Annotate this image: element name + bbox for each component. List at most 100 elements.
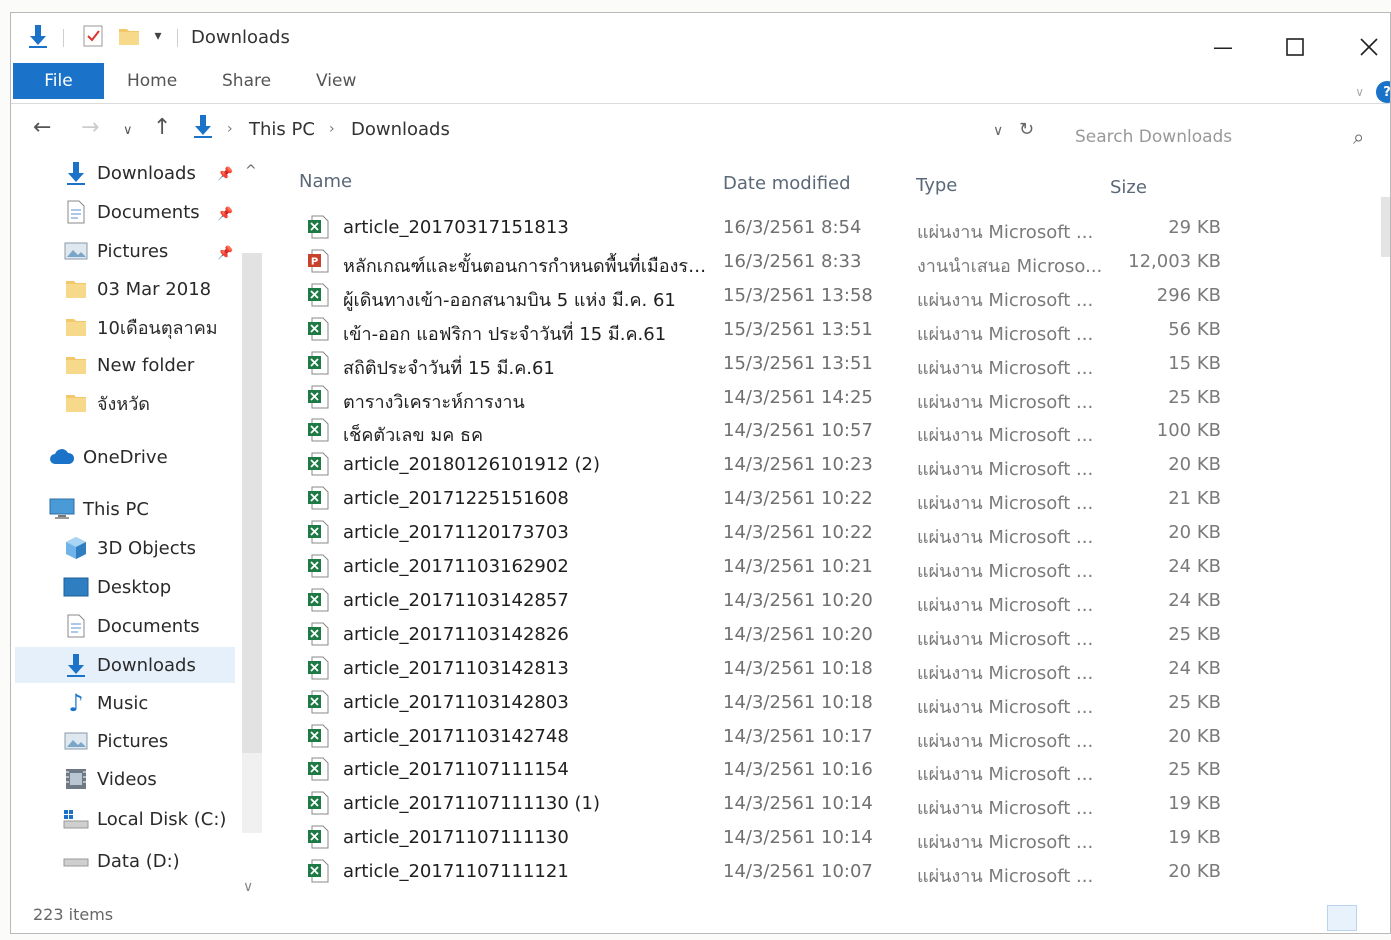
excel-file-icon: [308, 452, 329, 476]
nav-item-videos[interactable]: Videos: [63, 761, 157, 797]
file-type: แผ่นงาน Microsoft ...: [917, 425, 1094, 447]
table-row[interactable]: article_20171103142826 14/3/2561 10:20 แผ่…: [291, 618, 1351, 652]
breadcrumb-separator-icon: ›: [329, 121, 335, 137]
nav-item-documents[interactable]: Documents: [63, 608, 200, 644]
nav-item-folder-october[interactable]: 10เดือนตุลาคม: [63, 309, 218, 345]
address-download-icon: [191, 113, 215, 145]
table-row[interactable]: article_20171103162902 14/3/2561 10:21 แผ่…: [291, 550, 1351, 584]
breadcrumb-this-pc[interactable]: This PC: [249, 119, 315, 140]
excel-file-icon: [308, 351, 329, 375]
address-dropdown-chevron-icon[interactable]: ∨: [993, 123, 1003, 139]
file-type: แผ่นงาน Microsoft ...: [917, 730, 1094, 752]
file-size: 19 KB: [1168, 827, 1221, 849]
nav-item-folder-03mar2018[interactable]: 03 Mar 2018: [63, 271, 211, 307]
nav-item-this-pc[interactable]: This PC: [49, 491, 149, 527]
table-row[interactable]: article_20171103142813 14/3/2561 10:18 แผ่…: [291, 652, 1351, 686]
forward-arrow-icon[interactable]: →: [81, 115, 99, 140]
nav-item-3d-objects[interactable]: 3D Objects: [63, 530, 196, 566]
list-scrollbar-thumb[interactable]: [1381, 197, 1390, 257]
file-type: แผ่นงาน Microsoft ...: [917, 289, 1094, 311]
quick-access-download-icon[interactable]: [23, 21, 53, 51]
nav-item-quick-downloads[interactable]: Downloads: [63, 155, 196, 191]
table-row[interactable]: ผู้เดินทางเข้า-ออกสนามบิน 5 แห่ง มี.ค. 6…: [291, 279, 1351, 313]
file-size: 24 KB: [1168, 556, 1221, 577]
table-row[interactable]: ตารางวิเคราะห์การงาน 14/3/2561 14:25 แผ่นง…: [291, 381, 1351, 415]
excel-file-icon: [308, 724, 329, 747]
up-arrow-icon[interactable]: ↑: [153, 115, 171, 140]
file-type: แผ่นงาน Microsoft ...: [917, 628, 1094, 650]
file-name: ตารางวิเคราะห์การงาน: [343, 391, 525, 413]
nav-scroll-down-chevron-icon[interactable]: ∨: [243, 879, 253, 895]
file-type: แผ่นงาน Microsoft ...: [917, 764, 1094, 786]
customize-toolbar-icon[interactable]: ▾: [147, 21, 169, 51]
expand-ribbon-chevron-icon[interactable]: ∨: [1355, 85, 1364, 99]
table-row[interactable]: article_20171107111130 14/3/2561 10:14 แผ่…: [291, 821, 1351, 855]
close-button[interactable]: [1349, 33, 1389, 61]
column-header-type[interactable]: Type: [916, 175, 957, 196]
table-row[interactable]: article_20171107111154 14/3/2561 10:16 แผ่…: [291, 753, 1351, 787]
maximize-button[interactable]: [1275, 33, 1315, 61]
column-header-size[interactable]: Size: [1110, 177, 1147, 198]
table-row[interactable]: article_20171225151608 14/3/2561 10:22 แผ่…: [291, 482, 1351, 516]
minimize-button[interactable]: —: [1203, 33, 1243, 61]
file-name: article_20171107111130: [343, 827, 569, 849]
nav-item-onedrive[interactable]: OneDrive: [49, 439, 168, 475]
file-type: แผ่นงาน Microsoft ...: [917, 323, 1094, 345]
table-row[interactable]: เช็คตัวเลข มค ธค 14/3/2561 10:57 แผ่นงาน M…: [291, 414, 1351, 448]
nav-item-pictures[interactable]: Pictures: [63, 723, 168, 759]
nav-item-downloads[interactable]: Downloads: [15, 647, 235, 683]
new-folder-icon[interactable]: [115, 21, 143, 51]
nav-item-folder-new-folder[interactable]: New folder: [63, 347, 194, 383]
table-row[interactable]: สถิติประจำวันที่ 15 มี.ค.61 15/3/2561 13:…: [291, 347, 1351, 381]
nav-item-local-disk-c[interactable]: Local Disk (C:): [63, 801, 226, 837]
nav-scrollbar-thumb[interactable]: [242, 253, 262, 753]
table-row[interactable]: article_20171107111121 14/3/2561 10:07 แผ่…: [291, 855, 1351, 889]
nav-item-music[interactable]: ♪ Music: [63, 685, 148, 721]
tab-share[interactable]: Share: [222, 63, 271, 99]
file-name: article_20171225151608: [343, 488, 569, 510]
table-row[interactable]: article_20171120173703 14/3/2561 10:22 แผ่…: [291, 516, 1351, 550]
details-view-button[interactable]: [1327, 905, 1357, 931]
breadcrumb-downloads[interactable]: Downloads: [351, 119, 450, 140]
table-row[interactable]: article_20171103142748 14/3/2561 10:17 แผ่…: [291, 720, 1351, 754]
table-row[interactable]: article_20171107111130 (1) 14/3/2561 10:1…: [291, 787, 1351, 821]
column-header-name[interactable]: Name: [299, 171, 352, 192]
properties-check-icon[interactable]: [79, 21, 107, 51]
explorer-window: ▾ Downloads — File Home Share View ∨ ? ←…: [10, 12, 1391, 934]
nav-item-desktop[interactable]: Desktop: [63, 569, 171, 605]
column-header-date[interactable]: Date modified: [723, 173, 851, 194]
table-row[interactable]: article_20171103142803 14/3/2561 10:18 แผ่…: [291, 686, 1351, 720]
nav-item-folder-province[interactable]: จังหวัด: [63, 385, 150, 421]
file-name: สถิติประจำวันที่ 15 มี.ค.61: [343, 357, 555, 379]
back-arrow-icon[interactable]: ←: [33, 115, 51, 140]
help-icon[interactable]: ?: [1376, 81, 1390, 103]
nav-scrollbar[interactable]: [242, 253, 262, 833]
file-size: 19 KB: [1168, 793, 1221, 815]
table-row[interactable]: article_20171103142857 14/3/2561 10:20 แผ่…: [291, 584, 1351, 618]
collapse-chevron-up-icon[interactable]: ^: [245, 163, 257, 179]
file-name: article_20171107111130 (1): [343, 793, 601, 815]
download-arrow-icon: [63, 161, 89, 185]
file-name: article_20171103142813: [343, 657, 569, 679]
table-row[interactable]: เข้า-ออก แอฟริกา ประจำวันที่ 15 มี.ค.61 1…: [291, 313, 1351, 347]
search-input[interactable]: Search Downloads: [1075, 127, 1232, 147]
tab-file[interactable]: File: [13, 63, 104, 99]
excel-file-icon: [308, 520, 329, 544]
nav-item-quick-documents[interactable]: Documents: [63, 194, 200, 230]
file-type: แผ่นงาน Microsoft ...: [917, 662, 1094, 684]
recent-locations-chevron-icon[interactable]: ∨: [123, 123, 133, 138]
tab-view[interactable]: View: [316, 63, 356, 99]
tab-home[interactable]: Home: [127, 63, 177, 99]
nav-item-data-d[interactable]: Data (D:): [63, 843, 180, 879]
file-date-modified: 15/3/2561 13:51: [723, 352, 873, 374]
refresh-icon[interactable]: ↻: [1019, 119, 1034, 140]
excel-file-icon: [308, 418, 329, 442]
table-row[interactable]: article_20170317151813 16/3/2561 8:54 แผ่น…: [291, 211, 1351, 245]
table-row[interactable]: article_20180126101912 (2) 14/3/2561 10:2…: [291, 448, 1351, 482]
search-icon[interactable]: ⌕: [1353, 125, 1364, 149]
file-date-modified: 14/3/2561 10:18: [723, 691, 873, 713]
table-row[interactable]: P หลักเกณฑ์และขั้นตอนการกำหนดพื้นที่เมือง…: [291, 245, 1351, 279]
file-type: แผ่นงาน Microsoft ...: [917, 222, 1094, 243]
nav-item-quick-pictures[interactable]: Pictures: [63, 233, 168, 269]
music-note-icon: ♪: [68, 689, 84, 717]
